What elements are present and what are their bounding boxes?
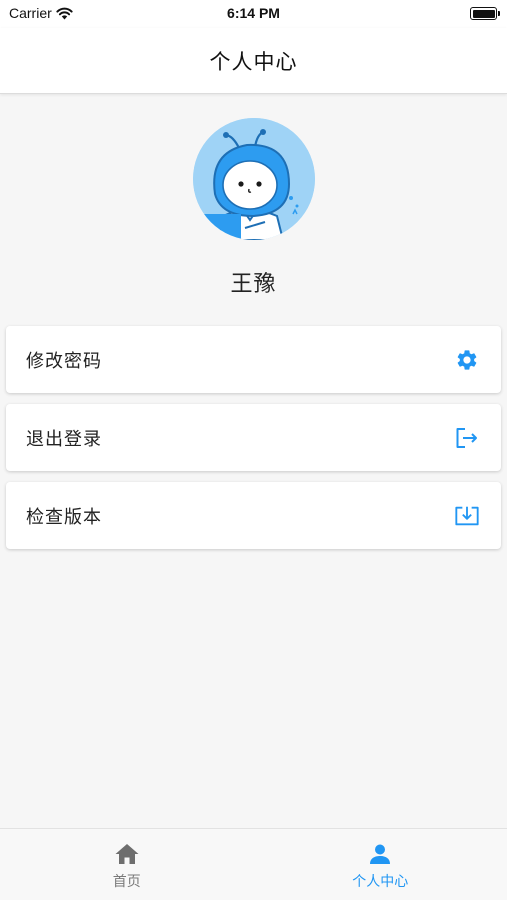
avatar-illustration	[193, 118, 315, 240]
menu-item-change-password[interactable]: 修改密码	[6, 326, 501, 393]
menu-item-check-version[interactable]: 检查版本	[6, 482, 501, 549]
status-time: 6:14 PM	[227, 5, 280, 21]
status-bar: Carrier 6:14 PM	[0, 0, 507, 28]
download-icon	[454, 503, 480, 529]
page-title: 个人中心	[209, 49, 298, 74]
logout-icon	[454, 425, 480, 451]
gear-icon	[454, 347, 480, 373]
username: 王豫	[230, 272, 277, 297]
menu-item-label: 退出登录	[26, 428, 102, 450]
tab-label: 个人中心	[352, 874, 409, 890]
menu-item-label: 修改密码	[26, 350, 102, 372]
avatar[interactable]	[193, 118, 315, 240]
nav-bar: 个人中心	[0, 28, 507, 94]
tab-home[interactable]: 首页	[0, 829, 254, 900]
battery-icon	[470, 7, 500, 20]
tab-label: 首页	[112, 874, 141, 890]
tab-bar: 首页 个人中心	[0, 828, 507, 900]
home-icon	[114, 841, 140, 867]
menu-item-logout[interactable]: 退出登录	[6, 404, 501, 471]
tab-profile[interactable]: 个人中心	[254, 829, 507, 900]
menu-item-label: 检查版本	[26, 506, 102, 528]
person-icon	[367, 841, 393, 867]
